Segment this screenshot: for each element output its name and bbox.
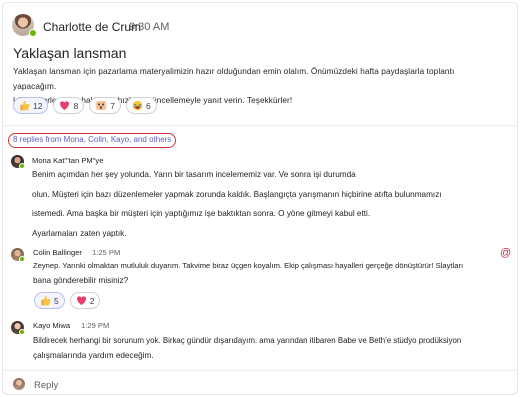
post-timestamp: 9:30 AM [129, 21, 170, 33]
reaction-heart[interactable]: 2 [69, 292, 101, 309]
reply-timestamp: 1:29 PM [81, 321, 110, 330]
thumbs-up-icon [40, 295, 51, 306]
post-body-line: Yaklaşan lansman için pazarlama materyal… [13, 67, 455, 91]
reaction-count: 7 [110, 100, 115, 111]
reaction-laughing[interactable]: 6 [125, 97, 157, 114]
reaction-thumbs-up[interactable]: 5 [34, 292, 65, 309]
thumbs-up-icon [19, 100, 30, 111]
reaction-count: 6 [145, 100, 151, 111]
reaction-count: 8 [73, 100, 79, 111]
divider [3, 370, 517, 371]
reply-text-line: Benim açımdan her şey yolunda. Yarın bir… [32, 170, 356, 179]
presence-available-icon [19, 256, 25, 262]
conversation-card: Charlotte de Crum 9:30 AM Yaklaşan lansm… [2, 2, 518, 395]
laughing-face-icon [132, 100, 143, 111]
post-reactions: 12 8 7 6 [13, 97, 157, 114]
reply-text-line: Zeynep. Yarınki olmaktan mutluluk duyarı… [33, 261, 464, 270]
heart-icon [76, 295, 87, 306]
reaction-count: 2 [89, 295, 95, 306]
reaction-heart[interactable]: 8 [53, 97, 85, 114]
reaction-count: 12 [33, 100, 43, 111]
reply-text-line: bana gönderebilir misiniz? [33, 276, 129, 285]
surprised-face-icon [95, 100, 107, 111]
reply-text-line: çalışmalarında yardım edeceğim. [33, 351, 154, 360]
divider [3, 125, 517, 126]
reaction-thumbs-up[interactable]: 12 [13, 97, 49, 114]
reply-text-line: olun. Müşteri için bazı düzenlemeler yap… [32, 190, 442, 199]
reply-text-line: Bildirecek herhangi bir sorunum yok. Bir… [33, 336, 462, 345]
post-author[interactable]: Charlotte de Crum [43, 20, 141, 34]
replies-summary-link[interactable]: 8 replies from Mona, Colin, Kayo, and ot… [8, 133, 177, 148]
reply-author[interactable]: Colin Ballinger [33, 248, 82, 257]
heart-icon [59, 100, 70, 111]
reply-input[interactable]: Reply [34, 380, 58, 391]
presence-available-icon [19, 329, 25, 335]
reply-timestamp: 1:25 PM [92, 248, 121, 257]
reply-author[interactable]: Kayo Miwa [33, 321, 70, 330]
reply-text-line: Ayarlamaları zaten yaptık. [32, 229, 127, 238]
presence-available-icon [29, 29, 37, 37]
reaction-surprised[interactable]: 7 [89, 97, 121, 114]
avatar-current-user [13, 378, 25, 390]
reply-author[interactable]: Mona Kat"'tan PM"ye [32, 156, 103, 165]
post-title: Yaklaşan lansman [13, 45, 127, 61]
mention-at-icon: @ [500, 247, 512, 259]
reaction-count: 5 [54, 295, 59, 306]
presence-available-icon [19, 163, 25, 169]
reply-text-line: istemedi. Ama başka bir müşteri için yap… [32, 209, 371, 218]
reply-reactions: 5 2 [34, 292, 101, 309]
